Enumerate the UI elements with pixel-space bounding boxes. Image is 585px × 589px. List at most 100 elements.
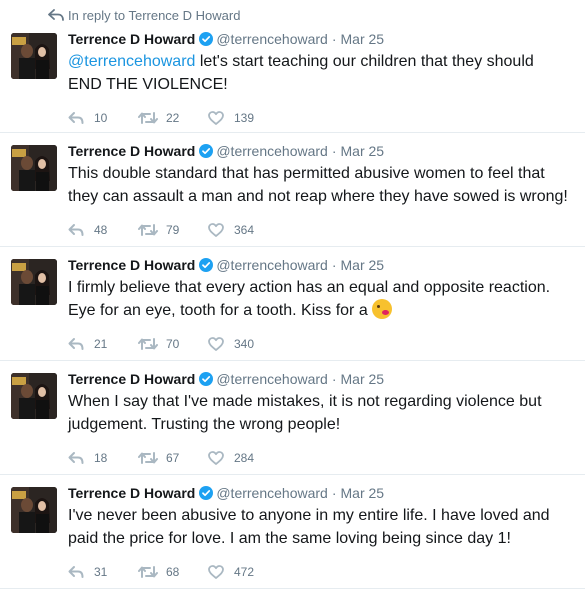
- tweet-date[interactable]: Mar 25: [341, 256, 385, 274]
- tweet-text-line: This double standard that has permitted …: [68, 165, 545, 182]
- tweet-text-line: they can assault a man and not reap wher…: [68, 188, 568, 205]
- tweet-actions: 48 79 364: [68, 222, 577, 238]
- reply-count: 48: [94, 223, 108, 237]
- tweet-text: This double standard that has permitted …: [68, 162, 577, 208]
- verified-badge-icon: [199, 486, 214, 500]
- tweet-text-line: I've never been abusive to anyone in my …: [68, 507, 550, 524]
- avatar[interactable]: [11, 33, 57, 79]
- retweet-count: 70: [166, 337, 180, 351]
- author-handle[interactable]: @terrencehoward: [216, 256, 328, 274]
- like-count: 472: [234, 565, 255, 579]
- retweet-button[interactable]: 70: [138, 337, 208, 351]
- tweet-text: When I say that I've made mistakes, it i…: [68, 390, 577, 436]
- avatar[interactable]: [11, 145, 57, 191]
- retweet-icon: [138, 112, 158, 124]
- reply-count: 10: [94, 111, 108, 125]
- like-button[interactable]: 139: [208, 111, 278, 125]
- kiss-emoji-icon: [371, 299, 392, 319]
- tweet-date[interactable]: Mar 25: [341, 142, 385, 160]
- heart-icon: [208, 337, 224, 351]
- author-name[interactable]: Terrence D Howard: [68, 370, 195, 388]
- heart-icon: [208, 223, 224, 237]
- reply-count: 21: [94, 337, 108, 351]
- tweet-text-line: judgement. Trusting the wrong people!: [68, 416, 341, 433]
- reply-button[interactable]: 48: [68, 223, 138, 237]
- retweet-icon: [138, 566, 158, 578]
- like-button[interactable]: 364: [208, 223, 278, 237]
- reply-context-header[interactable]: In reply to Terrence D Howard: [0, 0, 585, 30]
- author-name[interactable]: Terrence D Howard: [68, 142, 195, 160]
- tweet-text-line: let's start teaching our children that t…: [195, 53, 534, 70]
- reply-button[interactable]: 10: [68, 111, 138, 125]
- tweet-text-line: When I say that I've made mistakes, it i…: [68, 393, 542, 410]
- tweet-actions: 31 68 472: [68, 564, 577, 580]
- author-name[interactable]: Terrence D Howard: [68, 484, 195, 502]
- verified-badge-icon: [199, 258, 214, 272]
- tweet-date[interactable]: Mar 25: [341, 370, 385, 388]
- retweet-button[interactable]: 79: [138, 223, 208, 237]
- tweet[interactable]: Terrence D Howard @terrencehoward · Mar …: [0, 133, 585, 247]
- tweet-text-line: END THE VIOLENCE!: [68, 76, 228, 93]
- tweet-text: I firmly believe that every action has a…: [68, 276, 577, 322]
- retweet-button[interactable]: 22: [138, 111, 208, 125]
- like-count: 364: [234, 223, 255, 237]
- tweet[interactable]: Terrence D Howard @terrencehoward · Mar …: [0, 475, 585, 589]
- reply-arrow-icon: [48, 9, 64, 21]
- avatar[interactable]: [11, 373, 57, 419]
- reply-icon: [68, 566, 84, 578]
- tweet-list: Terrence D Howard @terrencehoward · Mar …: [0, 30, 585, 589]
- tweet-text-line: I firmly believe that every action has a…: [68, 279, 551, 296]
- like-count: 139: [234, 111, 255, 125]
- verified-badge-icon: [199, 372, 214, 386]
- retweet-icon: [138, 224, 158, 236]
- retweet-count: 79: [166, 223, 180, 237]
- tweet-text-line: Eye for an eye, tooth for a tooth. Kiss …: [68, 302, 368, 319]
- tweet-actions: 18 67 284: [68, 450, 577, 466]
- reply-button[interactable]: 31: [68, 565, 138, 579]
- verified-badge-icon: [199, 144, 214, 158]
- separator-dot: ·: [331, 257, 337, 273]
- retweet-count: 67: [166, 451, 180, 465]
- author-name[interactable]: Terrence D Howard: [68, 30, 195, 48]
- tweet[interactable]: Terrence D Howard @terrencehoward · Mar …: [0, 247, 585, 361]
- retweet-count: 68: [166, 565, 180, 579]
- tweet-date[interactable]: Mar 25: [341, 30, 385, 48]
- separator-dot: ·: [331, 371, 337, 387]
- separator-dot: ·: [331, 31, 337, 47]
- mention-link[interactable]: @terrencehoward: [68, 53, 195, 70]
- reply-count: 18: [94, 451, 108, 465]
- author-handle[interactable]: @terrencehoward: [216, 30, 328, 48]
- reply-button[interactable]: 21: [68, 337, 138, 351]
- author-handle[interactable]: @terrencehoward: [216, 484, 328, 502]
- reply-button[interactable]: 18: [68, 451, 138, 465]
- tweet-actions: 21 70 340: [68, 336, 577, 352]
- tweet-text: @terrencehoward let's start teaching our…: [68, 50, 577, 96]
- avatar[interactable]: [11, 487, 57, 533]
- reply-icon: [68, 224, 84, 236]
- reply-icon: [68, 452, 84, 464]
- avatar[interactable]: [11, 259, 57, 305]
- tweet-date[interactable]: Mar 25: [341, 484, 385, 502]
- tweet-actions: 10 22 139: [68, 110, 577, 126]
- like-button[interactable]: 340: [208, 337, 278, 351]
- retweet-button[interactable]: 67: [138, 451, 208, 465]
- retweet-count: 22: [166, 111, 180, 125]
- like-button[interactable]: 472: [208, 565, 278, 579]
- retweet-icon: [138, 452, 158, 464]
- reply-icon: [68, 338, 84, 350]
- tweet[interactable]: Terrence D Howard @terrencehoward · Mar …: [0, 30, 585, 133]
- heart-icon: [208, 451, 224, 465]
- author-handle[interactable]: @terrencehoward: [216, 142, 328, 160]
- retweet-button[interactable]: 68: [138, 565, 208, 579]
- verified-badge-icon: [199, 32, 214, 46]
- separator-dot: ·: [331, 485, 337, 501]
- tweet[interactable]: Terrence D Howard @terrencehoward · Mar …: [0, 361, 585, 475]
- like-count: 340: [234, 337, 255, 351]
- reply-context-text: In reply to Terrence D Howard: [68, 7, 241, 23]
- reply-count: 31: [94, 565, 108, 579]
- like-count: 284: [234, 451, 255, 465]
- tweet-text: I've never been abusive to anyone in my …: [68, 504, 577, 550]
- author-handle[interactable]: @terrencehoward: [216, 370, 328, 388]
- author-name[interactable]: Terrence D Howard: [68, 256, 195, 274]
- like-button[interactable]: 284: [208, 451, 278, 465]
